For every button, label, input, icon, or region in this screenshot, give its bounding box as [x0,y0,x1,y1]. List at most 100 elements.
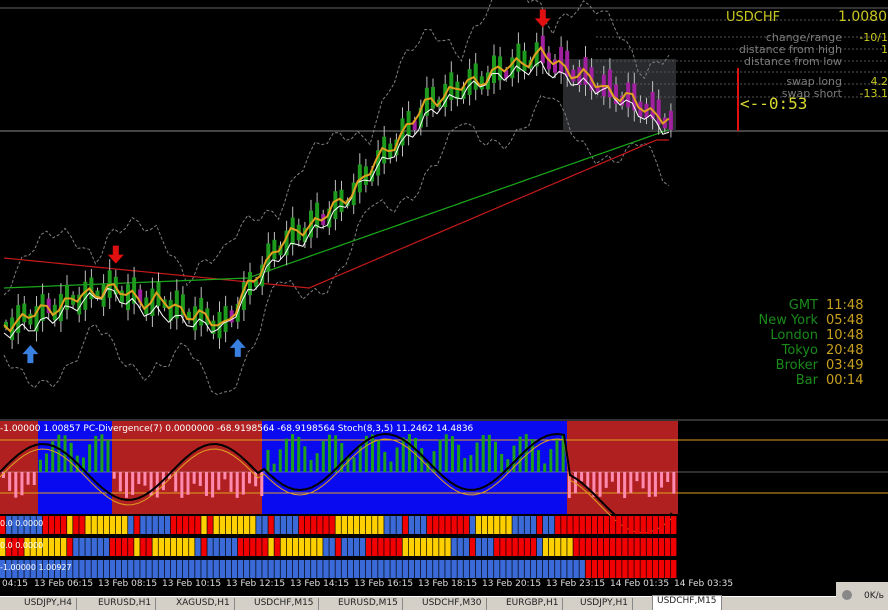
histogram-bar [88,444,92,472]
signal-bar-cell [597,560,604,578]
tab-eurgbp-h1[interactable]: EURGBP,H1 [502,598,564,610]
histogram-bar [598,472,602,497]
signal-bar-cell [353,516,360,534]
signal-bar-cell [335,560,341,578]
tab-usdjpy-h1[interactable]: USDJPY,H1 [576,598,633,610]
signal-bar-cell [475,516,482,534]
bar-row-label: 0.0 0.0000 [0,541,44,550]
tab-usdchf-m15-active[interactable]: USDCHF,M15 [652,595,722,610]
histogram-bar [352,457,356,472]
histogram-bar [653,472,657,497]
signal-bar-cell [128,560,134,578]
signal-bar-cell [481,538,488,556]
signal-bar-cell [542,516,549,534]
signal-bar-cell [396,560,402,578]
signal-bar-cell [109,560,116,578]
signal-bar-cell [91,516,97,534]
tab-usdjpy-h4[interactable]: USDJPY,H4 [20,598,77,610]
histogram-bar [586,472,590,489]
histogram-bar [438,439,442,472]
signal-bar-cell [457,538,463,556]
signal-bar-cell [329,560,335,578]
histogram-bar [26,472,30,485]
signal-bar-cell [524,516,530,534]
signal-bar-cell [579,560,585,578]
signal-bar-cell [549,516,555,534]
histogram-bar [555,438,559,472]
signal-bar-cell [213,538,219,556]
histogram-bar [617,472,620,494]
tab-usdchf-m15[interactable]: USDCHF,M15 [250,598,319,610]
signal-bar-cell [268,516,274,534]
signal-bar-cell [433,538,439,556]
histogram-bar [303,446,307,472]
tab-usdchf-m30[interactable]: USDCHF,M30 [418,598,487,610]
time-tick: 14 Feb 03:35 [674,579,734,589]
traffic-label: 0K/ь [864,591,884,601]
signal-bar-cell [353,538,360,556]
signal-bar-cell [512,516,518,534]
signal-bar-cell [170,560,177,578]
signal-bar-cell [433,560,439,578]
histogram-bar [494,441,497,472]
histogram-bar [241,472,245,495]
signal-bar-cell [176,538,183,556]
signal-bar-cell [341,538,347,556]
histogram-bar [309,460,313,472]
signal-bar-cell [408,538,415,556]
tab-eurusd-h1[interactable]: EURUSD,H1 [94,598,157,610]
histogram-bar [635,472,639,482]
signal-bar-cell [671,560,677,578]
signal-bar-cell [445,538,451,556]
signal-bar-cell [433,516,439,534]
histogram-bar [395,447,399,472]
signal-bar-cell [176,560,183,578]
histogram-bar [383,451,387,472]
signal-bar-cell [408,560,415,578]
candle-body [315,202,320,228]
histogram-bar [315,453,319,472]
signal-bar-cell [488,560,494,578]
signal-bar-cell [481,516,488,534]
tab-xagusd-h1[interactable]: XAGUSD,H1 [172,598,235,610]
candle-body [248,272,252,296]
time-tick: 13 Feb 10:15 [162,579,222,589]
signal-bar-cell [329,516,335,534]
signal-bar-cell [274,560,280,578]
sell-arrow-icon [107,245,124,264]
signal-bar-cell [176,516,183,534]
signal-bar-cell [591,516,598,534]
signal-bar-cell [579,538,585,556]
signal-bar-cell [597,516,604,534]
chart-window[interactable]: USDCHF 1.0080 change/range -10/1 distance… [0,0,888,610]
signal-bar-cell [341,560,347,578]
signal-bar-cell [158,516,164,534]
signal-bar-cell [658,538,665,556]
signal-bar-cell [603,560,610,578]
signal-bar-cell [475,538,482,556]
signal-bar-cell [481,560,488,578]
signal-bar-cell [561,560,567,578]
signal-bar-cell [164,560,171,578]
signal-bar-cell [286,560,293,578]
signal-bar-cell [305,538,311,556]
signal-bar-cell [122,516,128,534]
signal-bar-cell [189,538,195,556]
signal-bar-cell [628,538,634,556]
connection-status[interactable]: 0K/ь [836,582,888,610]
signal-bar-cell [268,538,274,556]
signal-bar-cell [555,538,561,556]
signal-bar-cell [274,516,280,534]
signal-bar-cell [158,538,164,556]
signal-bar-cell [140,516,146,534]
signal-bar-cell [237,538,244,556]
signal-bar-cell [402,560,408,578]
signal-bar-cell [298,538,305,556]
buy-arrow-icon [22,345,39,364]
signal-bar-cell [48,516,55,534]
histogram-bar [500,453,504,472]
tab-eurusd-m15[interactable]: EURUSD,M15 [334,598,403,610]
signal-bar-cell [262,560,268,578]
signal-bar-cell [61,516,67,534]
histogram-bar [297,436,301,472]
